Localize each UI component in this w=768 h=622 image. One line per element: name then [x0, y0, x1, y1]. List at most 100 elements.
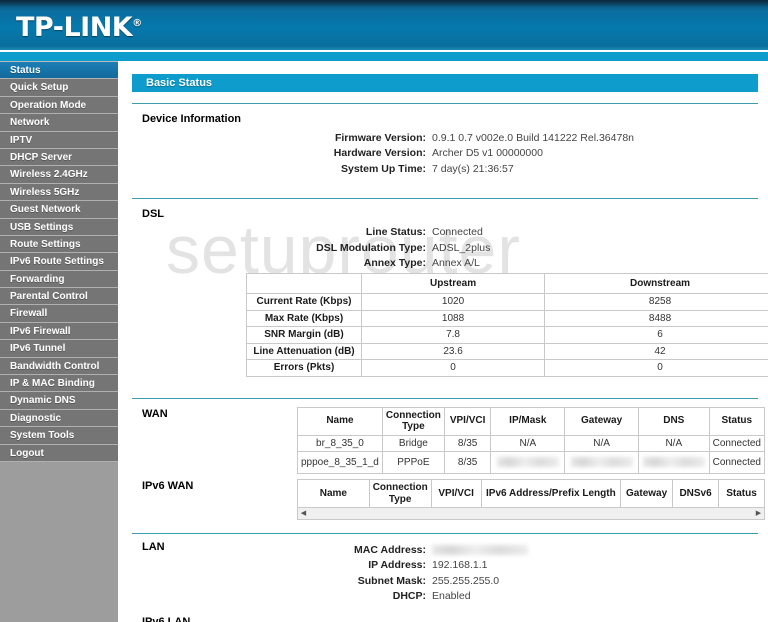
redacted-value: [496, 457, 559, 468]
sidebar-item-guest-network[interactable]: Guest Network: [0, 201, 118, 219]
dsl-statistics-table-wrap: Upstream Downstream Current Rate (Kbps) …: [246, 273, 768, 377]
sidebar-item-quick-setup[interactable]: Quick Setup: [0, 79, 118, 97]
wan-row0-status: Connected: [708, 434, 766, 452]
dsl-heading: DSL: [142, 207, 164, 220]
sidebar-item-parental-control[interactable]: Parental Control: [0, 288, 118, 306]
dsl-col-blank: [246, 273, 362, 294]
wan-col-vpi-vci: VPI/VCI: [443, 406, 492, 436]
dsl-fields: Line Status: Connected DSL Modulation Ty…: [132, 225, 758, 272]
logo-text: TP-LINK: [16, 12, 133, 43]
header-accent-bar: [0, 50, 768, 61]
scrollbar-track[interactable]: [309, 508, 753, 519]
wan-table: Name Connection Type VPI/VCI IP/Mask Gat…: [297, 406, 766, 474]
dsl-row-label-errors: Errors (Pkts): [246, 359, 362, 377]
system-uptime-row: System Up Time: 7 day(s) 21:36:57: [132, 161, 758, 177]
sidebar-item-ipv6-firewall[interactable]: IPv6 Firewall: [0, 322, 118, 341]
dsl-modulation-value: ADSL_2plus: [432, 241, 491, 254]
wan-row1-status: Connected: [708, 451, 766, 474]
dsl-modulation-row: DSL Modulation Type: ADSL_2plus: [132, 240, 758, 256]
sidebar-item-system-tools[interactable]: System Tools: [0, 427, 118, 445]
sidebar-item-network[interactable]: Network: [0, 114, 118, 132]
wan-col-connection-type: Connection Type: [381, 406, 445, 436]
logo-trademark-mark: ®: [132, 18, 142, 29]
sidebar-item-forwarding[interactable]: Forwarding: [0, 270, 118, 289]
dsl-current-rate-upstream: 1020: [360, 293, 546, 311]
header-sheen: [0, 0, 768, 7]
sidebar-item-ipv6-route-settings[interactable]: IPv6 Route Settings: [0, 253, 118, 271]
sidebar-item-logout[interactable]: Logout: [0, 444, 118, 462]
annex-type-value: Annex A/L: [432, 257, 480, 270]
sidebar-item-usb-settings[interactable]: USB Settings: [0, 218, 118, 236]
subnet-mask-value: 255.255.255.0: [432, 574, 500, 587]
dsl-errors-downstream: 0: [544, 359, 768, 377]
dhcp-row: DHCP: Enabled: [132, 589, 758, 605]
dsl-max-rate-upstream: 1088: [360, 309, 546, 327]
scroll-left-arrow-icon[interactable]: ◀: [298, 509, 309, 519]
sidebar-item-dhcp-server[interactable]: DHCP Server: [0, 148, 118, 167]
sidebar-item-firewall[interactable]: Firewall: [0, 305, 118, 323]
annex-type-row: Annex Type: Annex A/L: [132, 256, 758, 272]
dsl-current-rate-downstream: 8258: [544, 293, 768, 311]
subnet-mask-label: Subnet Mask:: [357, 574, 426, 587]
ipv6-wan-table-wrap: Name Connection Type VPI/VCI IPv6 Addres…: [297, 479, 765, 520]
page-body: Status Quick Setup Operation Mode Networ…: [0, 61, 768, 622]
ipv6-wan-col-name: Name: [297, 479, 370, 508]
sidebar-item-bandwidth-control[interactable]: Bandwidth Control: [0, 357, 118, 376]
table-row: br_8_35_0 Bridge 8/35 N/A N/A N/A Connec…: [297, 434, 766, 452]
sidebar-item-dynamic-dns[interactable]: Dynamic DNS: [0, 392, 118, 410]
mac-address-row: MAC Address:: [132, 542, 758, 558]
sidebar-item-ip-mac-binding[interactable]: IP & MAC Binding: [0, 375, 118, 393]
device-information-section: Device Information Firmware Version: 0.9…: [118, 104, 768, 187]
wan-row0-dns: N/A: [638, 434, 710, 452]
redacted-value: [570, 457, 633, 468]
sidebar-item-ipv6-tunnel[interactable]: IPv6 Tunnel: [0, 340, 118, 358]
wan-row0-connection-type: Bridge: [381, 434, 445, 452]
sidebar-item-route-settings[interactable]: Route Settings: [0, 235, 118, 254]
ipv6-wan-col-status: Status: [718, 479, 765, 508]
sidebar-item-status[interactable]: Status: [0, 62, 118, 80]
device-information-fields: Firmware Version: 0.9.1 0.7 v002e.0 Buil…: [132, 130, 758, 177]
main-content: setuprouter Basic Status Device Informat…: [118, 61, 768, 622]
wan-row1-gateway: [564, 451, 639, 474]
tp-link-logo: TP-LINK®: [16, 12, 142, 43]
table-header-row: Name Connection Type VPI/VCI IPv6 Addres…: [297, 479, 765, 508]
page-title: Basic Status: [132, 74, 758, 92]
ipv6-wan-col-vpi-vci: VPI/VCI: [430, 479, 482, 508]
sidebar-item-wireless-5ghz[interactable]: Wireless 5GHz: [0, 183, 118, 202]
ipv6-lan-section: IPv6 LAN: [118, 614, 768, 622]
dsl-line-attenuation-upstream: 23.6: [360, 342, 546, 360]
sidebar-item-iptv[interactable]: IPTV: [0, 131, 118, 149]
wan-table-wrap: Name Connection Type VPI/VCI IP/Mask Gat…: [297, 406, 766, 474]
firmware-version-label: Firmware Version:: [334, 131, 426, 144]
ipv6-wan-col-dnsv6: DNSv6: [672, 479, 720, 508]
subnet-mask-row: Subnet Mask: 255.255.255.0: [132, 573, 758, 589]
ipv6-wan-horizontal-scrollbar[interactable]: ◀ ▶: [297, 508, 765, 520]
table-header-row: Upstream Downstream: [246, 273, 768, 294]
system-uptime-label: System Up Time:: [341, 162, 426, 175]
router-admin-page: TP-LINK® Status Quick Setup Operation Mo…: [0, 0, 768, 622]
ipv6-wan-col-gateway: Gateway: [620, 479, 674, 508]
dsl-section: DSL Line Status: Connected DSL Modulatio…: [118, 199, 768, 387]
ipv6-wan-section: IPv6 WAN Name Connection Type VPI/VCI IP…: [118, 476, 768, 522]
app-header: TP-LINK®: [0, 0, 768, 50]
sidebar-item-operation-mode[interactable]: Operation Mode: [0, 96, 118, 115]
line-status-label: Line Status:: [365, 226, 426, 239]
ipv6-lan-heading: IPv6 LAN: [142, 616, 191, 622]
wan-col-dns: DNS: [638, 406, 710, 436]
sidebar-item-wireless-24ghz[interactable]: Wireless 2.4GHz: [0, 166, 118, 184]
annex-type-label: Annex Type:: [363, 257, 426, 270]
wan-col-gateway: Gateway: [564, 406, 639, 436]
mac-address-value: [432, 544, 528, 556]
dsl-errors-upstream: 0: [360, 359, 546, 377]
scroll-right-arrow-icon[interactable]: ▶: [753, 509, 764, 519]
redacted-value: [432, 544, 528, 555]
wan-col-name: Name: [297, 406, 383, 436]
wan-section: WAN Name Connection Type VPI/VCI IP/Mask…: [118, 399, 768, 477]
ipv6-wan-col-connection-type: Connection Type: [368, 479, 432, 508]
ip-address-value: 192.168.1.1: [432, 559, 488, 572]
lan-section: LAN MAC Address: IP Address: 192.168.1.1…: [118, 534, 768, 614]
lan-fields: MAC Address: IP Address: 192.168.1.1 Sub…: [132, 542, 758, 604]
dsl-row-label-snr-margin: SNR Margin (dB): [246, 326, 362, 344]
dsl-col-upstream: Upstream: [360, 273, 546, 294]
sidebar-item-diagnostic[interactable]: Diagnostic: [0, 409, 118, 428]
